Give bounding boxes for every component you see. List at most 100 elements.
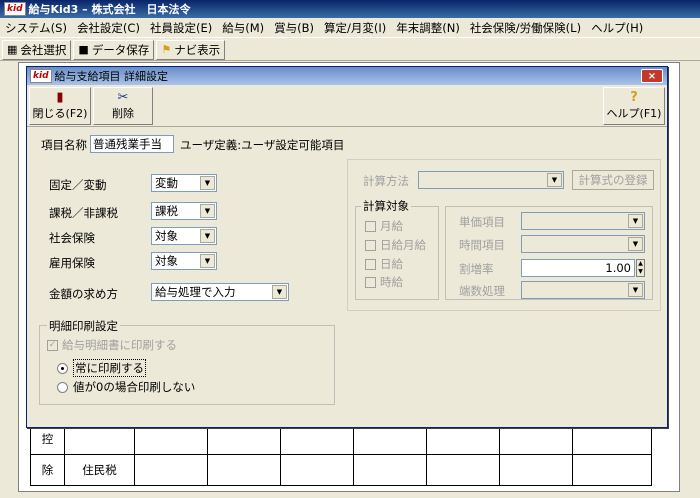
hourly-label: 時給 xyxy=(380,275,403,289)
dialog-title: 給与支給項目 詳細設定 xyxy=(54,70,169,83)
menu-system[interactable]: システム(S) xyxy=(0,20,72,36)
taxable-value: 課税 xyxy=(155,204,178,218)
chevron-down-icon[interactable]: ▼ xyxy=(200,229,215,243)
no-print-if-zero-radio[interactable]: 値が0の場合印刷しない xyxy=(57,379,195,395)
radio-selected-icon xyxy=(57,362,68,374)
monthly-label: 月給 xyxy=(380,219,403,233)
radio-unselected-icon xyxy=(57,381,68,393)
daily-monthly-label: 日給月給 xyxy=(380,238,426,252)
premium-rate-spinner[interactable]: ▲ ▼ xyxy=(636,259,645,277)
dialog-close-x-button[interactable]: × xyxy=(641,69,663,83)
chevron-down-icon[interactable]: ▼ xyxy=(200,176,215,190)
close-f2-label: 閉じる(F2) xyxy=(32,107,88,120)
amount-method-label: 金額の求め方 xyxy=(49,287,118,301)
time-item-select[interactable]: ▼ xyxy=(521,235,645,253)
calc-method-select[interactable]: ▼ xyxy=(418,171,564,189)
main-toolbar: ▦ 会社選択 ■ データ保存 ⚑ ナビ表示 xyxy=(0,39,700,61)
close-f2-button[interactable]: ▮ 閉じる(F2) xyxy=(29,87,91,125)
payment-item-detail-dialog: kid 給与支給項目 詳細設定 × ▮ 閉じる(F2) ✂ 削除 ? ヘルプ(F… xyxy=(26,66,668,428)
calc-target-title: 計算対象 xyxy=(361,198,411,214)
hourly-checkbox[interactable]: 時給 xyxy=(365,274,403,290)
item-name-field[interactable]: 普通残業手当 xyxy=(90,135,174,153)
fixed-variable-label: 固定／変動 xyxy=(49,178,107,192)
chevron-down-icon[interactable]: ▼ xyxy=(628,214,643,228)
door-icon: ▮ xyxy=(56,90,64,105)
rounding-label: 端数処理 xyxy=(459,284,505,298)
menu-insurance[interactable]: 社会保険/労働保険(L) xyxy=(465,20,586,36)
navi-display-label: ナビ表示 xyxy=(174,42,221,57)
dialog-logo: kid xyxy=(30,69,52,83)
employment-insurance-select[interactable]: 対象 ▼ xyxy=(151,252,217,270)
rounding-select[interactable]: ▼ xyxy=(521,281,645,299)
fixed-variable-select[interactable]: 変動 ▼ xyxy=(151,174,217,192)
deduction-grid: 控 除 住民税 xyxy=(30,423,652,486)
always-print-label: 常に印刷する xyxy=(73,359,146,377)
checkbox-icon xyxy=(365,239,376,251)
chevron-down-icon[interactable]: ▼ xyxy=(200,254,215,268)
app-title: 給与Kid3 – 株式会社 日本法令 xyxy=(28,3,191,16)
company-select-button[interactable]: ▦ 会社選択 xyxy=(2,39,72,60)
chevron-down-icon[interactable]: ▼ xyxy=(200,204,215,218)
daily-monthly-checkbox[interactable]: 日給月給 xyxy=(365,237,426,253)
daily-label: 日給 xyxy=(380,257,403,271)
menu-bonus[interactable]: 賞与(B) xyxy=(269,20,319,36)
calc-method-label: 計算方法 xyxy=(363,174,409,188)
user-defined-note: ユーザ定義:ユーザ設定可能項目 xyxy=(180,138,345,152)
spin-down-icon[interactable]: ▼ xyxy=(637,268,644,276)
menu-help[interactable]: ヘルプ(H) xyxy=(586,20,648,36)
chevron-down-icon[interactable]: ▼ xyxy=(628,237,643,251)
menu-salary[interactable]: 給与(M) xyxy=(217,20,269,36)
save-data-label: データ保存 xyxy=(91,42,150,57)
monthly-checkbox[interactable]: 月給 xyxy=(365,218,403,234)
item-name-label: 項目名称 xyxy=(41,138,87,152)
fixed-variable-value: 変動 xyxy=(155,176,178,190)
chevron-down-icon[interactable]: ▼ xyxy=(547,173,562,187)
navi-display-button[interactable]: ⚑ ナビ表示 xyxy=(156,39,226,60)
taxable-select[interactable]: 課税 ▼ xyxy=(151,202,217,220)
app-logo: kid xyxy=(4,2,26,16)
premium-rate-field[interactable]: 1.00 xyxy=(521,259,635,277)
grid-row-label: 住民税 xyxy=(64,454,135,486)
print-on-slip-checkbox[interactable]: ✓ 給与明細書に印刷する xyxy=(47,337,177,353)
social-insurance-select[interactable]: 対象 ▼ xyxy=(151,227,217,245)
always-print-radio[interactable]: 常に印刷する xyxy=(57,359,146,377)
save-data-button[interactable]: ■ データ保存 xyxy=(73,39,155,60)
time-item-label: 時間項目 xyxy=(459,238,505,252)
checkbox-icon xyxy=(365,276,376,288)
chevron-down-icon[interactable]: ▼ xyxy=(272,285,287,299)
navi-icon: ⚑ xyxy=(161,43,172,56)
help-f1-label: ヘルプ(F1) xyxy=(606,107,662,120)
chevron-down-icon[interactable]: ▼ xyxy=(628,283,643,297)
print-on-slip-label: 給与明細書に印刷する xyxy=(62,338,177,352)
building-icon: ▦ xyxy=(7,43,18,56)
help-icon: ? xyxy=(630,90,638,105)
grid-side-label: 控 xyxy=(30,423,65,455)
dialog-toolbar: ▮ 閉じる(F2) ✂ 削除 ? ヘルプ(F1) xyxy=(27,85,667,127)
dialog-title-bar: kid 給与支給項目 詳細設定 xyxy=(27,67,667,85)
employment-insurance-value: 対象 xyxy=(155,254,178,268)
print-settings-title: 明細印刷設定 xyxy=(47,318,120,334)
checkbox-icon xyxy=(365,220,376,232)
company-select-label: 会社選択 xyxy=(20,42,67,57)
floppy-icon: ■ xyxy=(78,43,89,56)
delete-button[interactable]: ✂ 削除 xyxy=(93,87,153,125)
unit-price-select[interactable]: ▼ xyxy=(521,212,645,230)
taxable-label: 課税／非課税 xyxy=(49,206,118,220)
delete-icon: ✂ xyxy=(117,90,129,105)
register-formula-button[interactable]: 計算式の登録 xyxy=(572,170,654,190)
menu-calculation[interactable]: 算定/月変(I) xyxy=(319,20,391,36)
delete-label: 削除 xyxy=(112,107,134,120)
menu-company-settings[interactable]: 会社設定(C) xyxy=(72,20,145,36)
spin-up-icon[interactable]: ▲ xyxy=(637,260,644,268)
checkbox-check-icon: ✓ xyxy=(47,339,58,351)
employment-insurance-label: 雇用保険 xyxy=(49,256,95,270)
menu-year-end[interactable]: 年末調整(N) xyxy=(391,20,465,36)
social-insurance-value: 対象 xyxy=(155,229,178,243)
amount-method-select[interactable]: 給与処理で入力 ▼ xyxy=(151,283,289,301)
menu-employee-settings[interactable]: 社員設定(E) xyxy=(145,20,217,36)
help-f1-button[interactable]: ? ヘルプ(F1) xyxy=(603,87,665,125)
menu-bar: システム(S) 会社設定(C) 社員設定(E) 給与(M) 賞与(B) 算定/月… xyxy=(0,18,700,38)
grid-side-label: 除 xyxy=(30,454,65,486)
app-title-bar: kid 給与Kid3 – 株式会社 日本法令 xyxy=(0,0,700,18)
daily-checkbox[interactable]: 日給 xyxy=(365,256,403,272)
